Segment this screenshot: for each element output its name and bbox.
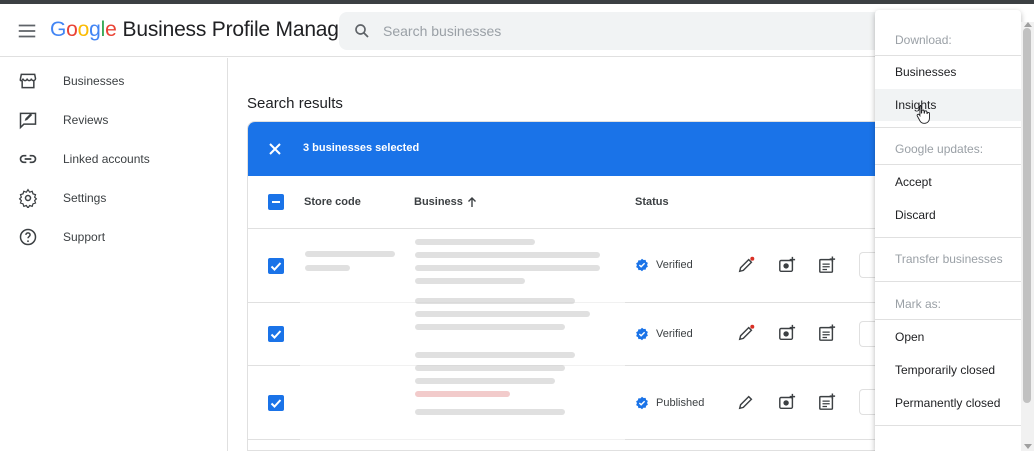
menu-item-open[interactable]: Open bbox=[875, 321, 1021, 353]
hand-pointer-cursor-icon bbox=[916, 105, 930, 124]
reviews-icon bbox=[19, 112, 37, 130]
logo-letter: G bbox=[50, 18, 67, 41]
status-text: Verified bbox=[656, 328, 693, 340]
menu-divider bbox=[875, 425, 1021, 426]
menu-divider bbox=[875, 127, 1021, 128]
sidebar-item-label: Linked accounts bbox=[63, 152, 150, 166]
sidebar-item-label: Businesses bbox=[63, 74, 125, 88]
column-status[interactable]: Status bbox=[635, 196, 669, 208]
add-post-icon[interactable] bbox=[818, 393, 836, 411]
page-title: Search results bbox=[247, 95, 343, 112]
select-all-checkbox[interactable] bbox=[268, 194, 284, 210]
menu-item-discard[interactable]: Discard bbox=[875, 199, 1021, 231]
scroll-down-arrow-icon[interactable] bbox=[1024, 444, 1032, 449]
logo-letter: g bbox=[89, 18, 101, 41]
verified-icon bbox=[636, 258, 648, 272]
add-photo-icon[interactable] bbox=[778, 324, 796, 342]
menu-header-download: Download: bbox=[875, 24, 1021, 56]
selection-count: 3 businesses selected bbox=[303, 142, 420, 154]
menu-item-label: Businesses bbox=[895, 65, 957, 79]
add-photo-icon[interactable] bbox=[778, 393, 796, 411]
search-input[interactable] bbox=[383, 12, 863, 50]
menu-divider bbox=[875, 281, 1021, 282]
menu-item-label: Discard bbox=[895, 208, 936, 222]
row-checkbox[interactable] bbox=[268, 258, 284, 274]
menu-item-temporarily-closed[interactable]: Temporarily closed bbox=[875, 354, 1021, 386]
sidebar-item-support[interactable]: Support bbox=[0, 218, 227, 257]
add-photo-icon[interactable] bbox=[778, 256, 796, 274]
menu-scrollbar[interactable] bbox=[1021, 22, 1034, 451]
search-icon[interactable] bbox=[353, 22, 371, 40]
checkmark-icon bbox=[270, 262, 282, 271]
sidebar-item-businesses[interactable]: Businesses bbox=[0, 62, 227, 101]
search-bar bbox=[339, 12, 899, 50]
menu-item-permanently-closed[interactable]: Permanently closed bbox=[875, 387, 1021, 419]
menu-item-accept[interactable]: Accept bbox=[875, 166, 1021, 198]
sidebar-item-reviews[interactable]: Reviews bbox=[0, 101, 227, 140]
scroll-up-arrow-icon[interactable] bbox=[1024, 22, 1032, 27]
scrollbar-thumb[interactable] bbox=[1023, 28, 1031, 403]
menu-item-label: Transfer businesses bbox=[895, 252, 1003, 266]
menu-header-mark-as: Mark as: bbox=[875, 288, 1021, 320]
menu-item-label: Temporarily closed bbox=[895, 363, 996, 377]
sidebar-item-label: Support bbox=[63, 230, 106, 244]
column-business[interactable]: Business bbox=[414, 196, 463, 208]
checkmark-icon bbox=[270, 330, 282, 339]
edit-icon[interactable] bbox=[737, 324, 755, 342]
menu-divider bbox=[875, 237, 1021, 238]
add-post-icon[interactable] bbox=[818, 256, 836, 274]
row-checkbox[interactable] bbox=[268, 326, 284, 342]
menu-item-label: Permanently closed bbox=[895, 396, 1001, 410]
menu-header-label: Google updates: bbox=[895, 142, 984, 156]
menu-item-label: Open bbox=[895, 330, 925, 344]
status-text: Verified bbox=[656, 259, 693, 271]
table-header: Store code Business Status bbox=[248, 176, 886, 229]
gear-icon bbox=[18, 188, 38, 208]
sidebar: Businesses Reviews Linked accounts Setti… bbox=[0, 58, 228, 451]
menu-item-label: Accept bbox=[895, 175, 932, 189]
logo-letter: o bbox=[77, 18, 90, 41]
edit-icon[interactable] bbox=[737, 256, 755, 274]
menu-item-transfer-businesses: Transfer businesses bbox=[875, 243, 1021, 275]
redacted-business-details bbox=[300, 229, 625, 450]
sidebar-item-label: Settings bbox=[63, 191, 107, 205]
edit-icon[interactable] bbox=[737, 393, 755, 411]
menu-item-download-insights[interactable]: Insights bbox=[875, 89, 1021, 121]
link-icon bbox=[19, 154, 37, 164]
column-store-code[interactable]: Store code bbox=[304, 196, 361, 208]
store-icon bbox=[19, 73, 37, 89]
published-icon bbox=[636, 396, 648, 410]
logo-letter: o bbox=[66, 18, 78, 41]
menu-header-label: Mark as: bbox=[895, 297, 942, 311]
logo-letter: e bbox=[105, 18, 117, 41]
google-business-profile-logo[interactable]: Google Business Profile Manager bbox=[50, 18, 357, 42]
menu-item-download-businesses[interactable]: Businesses bbox=[875, 56, 1021, 88]
menu-header-google-updates: Google updates: bbox=[875, 133, 1021, 165]
results-table: 3 businesses selected Store code Busines… bbox=[247, 121, 887, 451]
verified-icon bbox=[636, 327, 648, 341]
sidebar-item-linked-accounts[interactable]: Linked accounts bbox=[0, 140, 227, 179]
status-text: Published bbox=[656, 397, 705, 409]
indeterminate-icon bbox=[272, 201, 280, 203]
sort-ascending-icon[interactable] bbox=[466, 196, 478, 208]
help-icon bbox=[19, 228, 37, 246]
checkmark-icon bbox=[270, 399, 282, 408]
actions-dropdown-menu: Download: Businesses Insights Google upd… bbox=[875, 10, 1021, 451]
sidebar-item-label: Reviews bbox=[63, 113, 109, 127]
sidebar-item-settings[interactable]: Settings bbox=[0, 179, 227, 218]
close-icon[interactable] bbox=[267, 141, 283, 157]
row-checkbox[interactable] bbox=[268, 395, 284, 411]
menu-header-label: Download: bbox=[895, 33, 952, 47]
hamburger-menu-icon[interactable] bbox=[16, 20, 38, 42]
add-post-icon[interactable] bbox=[818, 324, 836, 342]
selection-bar: 3 businesses selected bbox=[248, 122, 886, 176]
logo-product-name: Business Profile Manager bbox=[122, 18, 358, 41]
